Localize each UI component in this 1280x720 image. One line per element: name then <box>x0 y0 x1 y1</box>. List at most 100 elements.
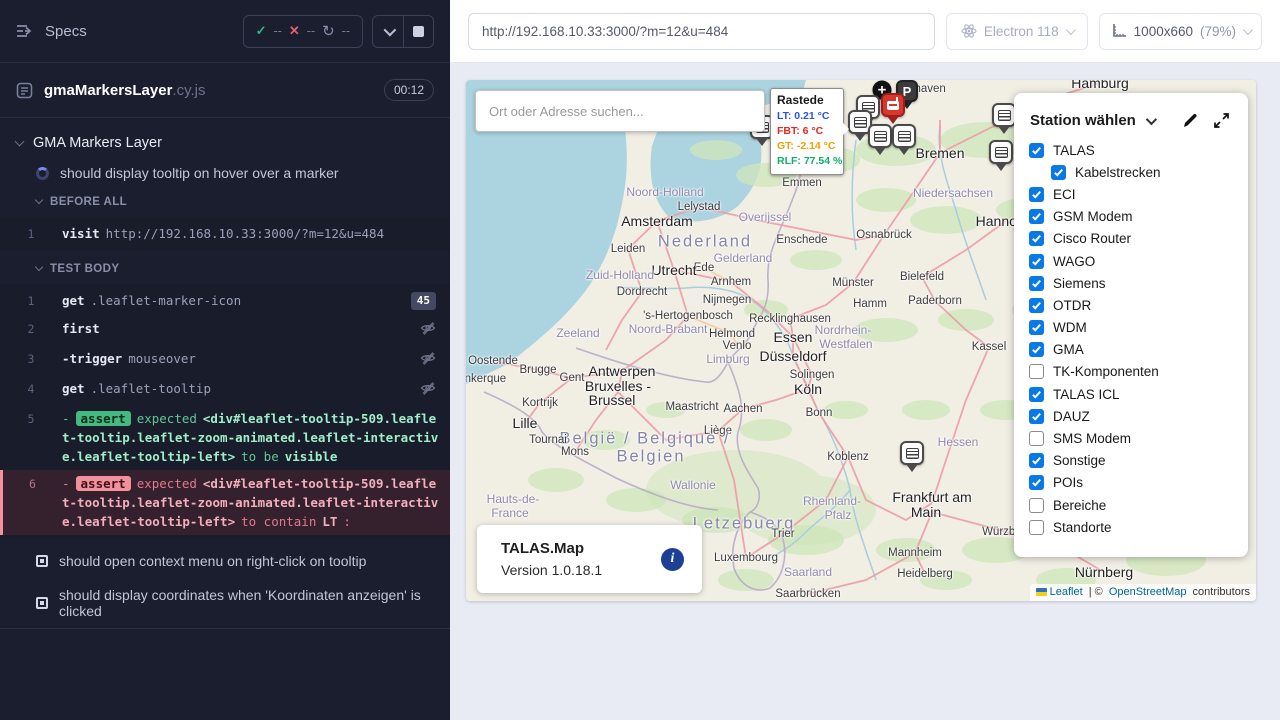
map-label: Utrecht <box>651 262 696 278</box>
checkbox-checked[interactable] <box>1029 143 1044 158</box>
url-input[interactable] <box>468 13 935 50</box>
layer-checkbox-row[interactable]: Sonstige <box>1014 450 1248 472</box>
command-row[interactable]: 1get.leaflet-marker-icon45 <box>0 287 450 315</box>
layer-checkbox-row[interactable]: Cisco Router <box>1014 228 1248 250</box>
checkbox-checked[interactable] <box>1029 254 1044 269</box>
layer-checkbox-row[interactable]: SMS Modem <box>1014 427 1248 449</box>
info-icon[interactable]: i <box>661 548 684 571</box>
layer-checkbox-row[interactable]: GSM Modem <box>1014 206 1248 228</box>
rack-icon <box>874 131 887 142</box>
checkbox-unchecked[interactable] <box>1029 431 1044 446</box>
station-marker[interactable] <box>989 140 1013 164</box>
map-label: Noord-Holland <box>626 185 703 199</box>
checkbox-unchecked[interactable] <box>1029 498 1044 513</box>
layer-checkbox-row[interactable]: Bereiche <box>1014 494 1248 516</box>
layer-label: Sonstige <box>1053 453 1106 468</box>
layer-checkbox-row[interactable]: ECI <box>1014 183 1248 205</box>
layer-checkbox-row[interactable]: POIs <box>1014 472 1248 494</box>
checkbox-checked[interactable] <box>1029 475 1044 490</box>
layer-label: POIs <box>1053 475 1083 490</box>
assert-pass-pill: assert <box>76 411 131 426</box>
command-row[interactable]: 2first <box>0 315 450 345</box>
electron-icon <box>961 23 977 39</box>
layer-checkbox-row[interactable]: Kabelstrecken <box>1014 161 1248 183</box>
viewport-select[interactable]: 1000x660 (79%) <box>1099 13 1262 50</box>
checkbox-checked[interactable] <box>1029 209 1044 224</box>
command-row[interactable]: 3-triggermouseover <box>0 345 450 375</box>
suite-title[interactable]: GMA Markers Layer <box>0 128 450 158</box>
stop-run-button[interactable] <box>403 16 433 47</box>
station-marker[interactable] <box>992 103 1016 127</box>
layer-label: Siemens <box>1053 276 1106 291</box>
layer-checkbox-row[interactable]: OTDR <box>1014 294 1248 316</box>
test-body-commands: 1get.leaflet-marker-icon452first3-trigge… <box>0 284 450 538</box>
assert-passed-row[interactable]: 5 -assertexpected<div#leaflet-tooltip-50… <box>0 405 450 470</box>
map-label: Oostende <box>468 355 518 367</box>
station-marker[interactable] <box>900 441 924 465</box>
chevron-down-icon[interactable] <box>1146 113 1157 124</box>
station-select-label[interactable]: Station wählen <box>1030 112 1136 129</box>
active-test[interactable]: should display tooltip on hover over a m… <box>0 158 450 190</box>
layer-checkbox-row[interactable]: TALAS <box>1014 139 1248 161</box>
command-method: get <box>62 293 85 308</box>
rack-icon <box>898 131 911 142</box>
checkbox-unchecked[interactable] <box>1029 364 1044 379</box>
layer-checkbox-row[interactable]: TALAS ICL <box>1014 383 1248 405</box>
checkbox-checked[interactable] <box>1029 453 1044 468</box>
app-title: TALAS.Map <box>501 538 602 560</box>
checkbox-unchecked[interactable] <box>1029 520 1044 535</box>
checkbox-checked[interactable] <box>1029 231 1044 246</box>
before-all-section[interactable]: BEFORE ALL <box>0 190 450 214</box>
expand-icon[interactable] <box>1213 112 1230 129</box>
leaflet-link[interactable]: Leaflet <box>1050 586 1083 598</box>
search-input[interactable] <box>475 90 765 132</box>
map-label: Solingen <box>790 369 835 381</box>
checkbox-checked[interactable] <box>1029 320 1044 335</box>
pending-test-icon <box>36 555 48 567</box>
layer-checkbox-row[interactable]: TK-Komponenten <box>1014 361 1248 383</box>
layer-checkbox-row[interactable]: GMA <box>1014 339 1248 361</box>
layer-checkbox-row[interactable]: Siemens <box>1014 272 1248 294</box>
leaflet-map[interactable]: HamburgerhavenBremenEmmenNoord-HollandNi… <box>466 80 1256 601</box>
test-body-section[interactable]: TEST BODY <box>0 257 450 281</box>
layer-label: TK-Komponenten <box>1053 364 1159 379</box>
checkbox-checked[interactable] <box>1029 187 1044 202</box>
map-label: Gent <box>560 372 585 384</box>
map-attribution: Leaflet | © OpenStreetMap contributors <box>1030 584 1256 601</box>
layer-checkbox-row[interactable]: Standorte <box>1014 516 1248 538</box>
layer-label: SMS Modem <box>1053 431 1131 446</box>
chevron-down-icon <box>15 137 25 147</box>
pending-test[interactable]: should open context menu on right-click … <box>0 544 450 578</box>
edit-pencil-icon[interactable] <box>1182 112 1199 129</box>
collapse-tests-button[interactable] <box>373 16 403 47</box>
map-label: Luxembourg <box>714 552 778 564</box>
osm-link[interactable]: OpenStreetMap <box>1109 586 1187 598</box>
map-label: Brugge <box>519 364 556 376</box>
map-label: Trier <box>771 528 794 540</box>
checkbox-checked[interactable] <box>1029 276 1044 291</box>
rack-icon <box>854 117 867 128</box>
hidden-eye-icon <box>420 380 436 401</box>
command-extras <box>408 349 450 371</box>
map-label: Essen <box>774 329 813 345</box>
checkbox-checked[interactable] <box>1029 342 1044 357</box>
map-label: Frankfurt am <box>892 489 971 505</box>
selected-station-marker[interactable] <box>881 93 905 117</box>
checkbox-checked[interactable] <box>1051 165 1066 180</box>
specs-menu-icon[interactable] <box>16 23 34 39</box>
pending-test[interactable]: should display coordinates when 'Koordin… <box>0 578 450 628</box>
spec-file-row[interactable]: gmaMarkersLayer.cy.js 00:12 <box>0 63 450 118</box>
command-row[interactable]: 1 visithttp://192.168.10.33:3000/?m=12&u… <box>0 220 450 248</box>
layer-checkbox-row[interactable]: DAUZ <box>1014 405 1248 427</box>
checkbox-checked[interactable] <box>1029 409 1044 424</box>
ukraine-flag-icon <box>1036 588 1047 596</box>
layer-checkbox-row[interactable]: WAGO <box>1014 250 1248 272</box>
map-label: Nürnberg <box>1075 564 1133 580</box>
browser-select[interactable]: Electron 118 <box>946 13 1088 50</box>
command-row[interactable]: 4get.leaflet-tooltip <box>0 375 450 405</box>
assert-failed-row[interactable]: 6 -assertexpected<div#leaflet-tooltip-50… <box>0 470 450 535</box>
checkbox-checked[interactable] <box>1029 387 1044 402</box>
marker-tooltip[interactable]: Rastede LT: 0.21 °CFBT: 6 °CGT: -2.14 °C… <box>770 88 844 175</box>
layer-checkbox-row[interactable]: WDM <box>1014 317 1248 339</box>
checkbox-checked[interactable] <box>1029 298 1044 313</box>
